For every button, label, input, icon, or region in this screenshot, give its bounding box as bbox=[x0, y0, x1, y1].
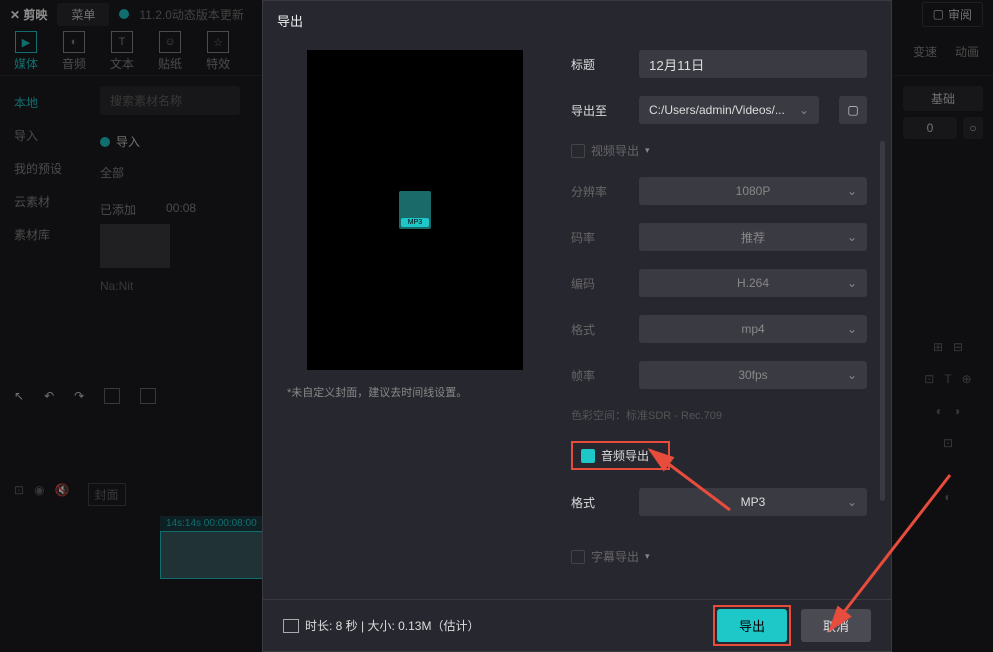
tool-effect[interactable]: ☆特效 bbox=[206, 31, 230, 72]
audio-format-select[interactable]: MP3 bbox=[639, 488, 867, 516]
title-input[interactable] bbox=[639, 50, 867, 78]
export-button[interactable]: 导出 bbox=[717, 609, 787, 642]
app-logo: ✕ 剪映 bbox=[10, 6, 47, 23]
sidebar-item-cloud[interactable]: 云素材 bbox=[0, 185, 90, 218]
right-tool-column: ⊞⊟ ⊡T⊕ ◐◑ ⊡ ◐ bbox=[913, 340, 983, 522]
sidebar-item-local[interactable]: 本地 bbox=[0, 86, 90, 119]
sidebar-item-import[interactable]: 导入 bbox=[0, 119, 90, 152]
export-settings: 标题 导出至 C:/Users/admin/Videos/... ▢ 视频导出 … bbox=[571, 50, 867, 565]
sidebar: 本地 导入 我的预设 云素材 素材库 bbox=[0, 76, 90, 376]
title-label: 标题 bbox=[571, 56, 623, 73]
timeline-clip[interactable]: 14s:14s 00:00:08:00 bbox=[160, 516, 270, 579]
audio-export-section[interactable]: 音频导出 ▾ bbox=[581, 447, 660, 464]
export-estimate: 时长: 8 秒 | 大小: 0.13M（估计） bbox=[283, 617, 479, 634]
review-button[interactable]: ▢ 审阅 bbox=[922, 2, 983, 27]
cover-hint: *未自定义封面，建议去时间线设置。 bbox=[287, 384, 543, 400]
subtitle-export-section[interactable]: 字幕导出 ▾ bbox=[571, 548, 867, 565]
eye-icon[interactable]: ◉ bbox=[34, 483, 44, 506]
path-label: 导出至 bbox=[571, 102, 623, 119]
chevron-down-icon: ▾ bbox=[655, 450, 660, 461]
folder-icon[interactable]: ▢ bbox=[839, 96, 867, 124]
modal-footer: 时长: 8 秒 | 大小: 0.13M（估计） 导出 取消 bbox=[263, 599, 891, 651]
properties-panel: 基础 0○ bbox=[893, 76, 993, 376]
modal-title: 导出 bbox=[263, 1, 891, 40]
tool-speed[interactable]: 变速 bbox=[913, 43, 937, 60]
tool-sticker[interactable]: ☺贴纸 bbox=[158, 31, 182, 72]
path-display: C:/Users/admin/Videos/... bbox=[639, 96, 819, 124]
export-preview bbox=[307, 50, 523, 370]
cursor-icon[interactable]: ↖ bbox=[14, 389, 24, 403]
sidebar-item-preset[interactable]: 我的预设 bbox=[0, 152, 90, 185]
dot-icon bbox=[100, 137, 110, 147]
tool-media[interactable]: ▶媒体 bbox=[14, 31, 38, 72]
video-export-section[interactable]: 视频导出 ▾ bbox=[571, 142, 867, 159]
codec-select: H.264 bbox=[639, 269, 867, 297]
scrollbar[interactable] bbox=[880, 141, 885, 501]
chevron-down-icon: ▾ bbox=[645, 551, 650, 562]
lock-icon[interactable]: ⊡ bbox=[14, 483, 24, 506]
colorspace-hint: 色彩空间：标准SDR - Rec.709 bbox=[571, 407, 867, 423]
fps-select: 30fps bbox=[639, 361, 867, 389]
media-thumbnail[interactable] bbox=[100, 224, 170, 268]
split-icon-2[interactable] bbox=[140, 388, 156, 404]
video-export-checkbox[interactable] bbox=[571, 144, 585, 158]
resolution-select: 1080P bbox=[639, 177, 867, 205]
export-modal: 导出 *未自定义封面，建议去时间线设置。 标题 导出至 C:/Users/adm… bbox=[262, 0, 892, 652]
import-label: 导入 bbox=[116, 133, 140, 150]
export-button-highlight: 导出 bbox=[713, 605, 791, 646]
search-input[interactable]: 搜索素材名称 bbox=[100, 86, 240, 115]
version-status: 11.2.0动态版本更新 bbox=[139, 6, 243, 23]
status-dot-icon bbox=[119, 9, 129, 19]
mp3-icon bbox=[399, 191, 431, 229]
film-icon bbox=[283, 619, 299, 633]
bitrate-select: 推荐 bbox=[639, 223, 867, 251]
subtitle-export-checkbox[interactable] bbox=[571, 550, 585, 564]
vformat-select: mp4 bbox=[639, 315, 867, 343]
tool-anim[interactable]: 动画 bbox=[955, 43, 979, 60]
cancel-button[interactable]: 取消 bbox=[801, 609, 871, 642]
tool-text[interactable]: T文本 bbox=[110, 31, 134, 72]
chevron-down-icon: ▾ bbox=[645, 145, 650, 156]
tool-audio[interactable]: ◐音频 bbox=[62, 31, 86, 72]
mute-icon[interactable]: 🔇 bbox=[55, 483, 70, 506]
menu-button[interactable]: 菜单 bbox=[57, 3, 109, 26]
audio-export-highlight: 音频导出 ▾ bbox=[571, 441, 670, 470]
redo-icon[interactable]: ↷ bbox=[74, 389, 84, 403]
split-icon[interactable] bbox=[104, 388, 120, 404]
undo-icon[interactable]: ↶ bbox=[44, 389, 54, 403]
audio-export-checkbox[interactable] bbox=[581, 449, 595, 463]
cover-button[interactable]: 封面 bbox=[88, 483, 126, 506]
sidebar-item-lib[interactable]: 素材库 bbox=[0, 218, 90, 251]
